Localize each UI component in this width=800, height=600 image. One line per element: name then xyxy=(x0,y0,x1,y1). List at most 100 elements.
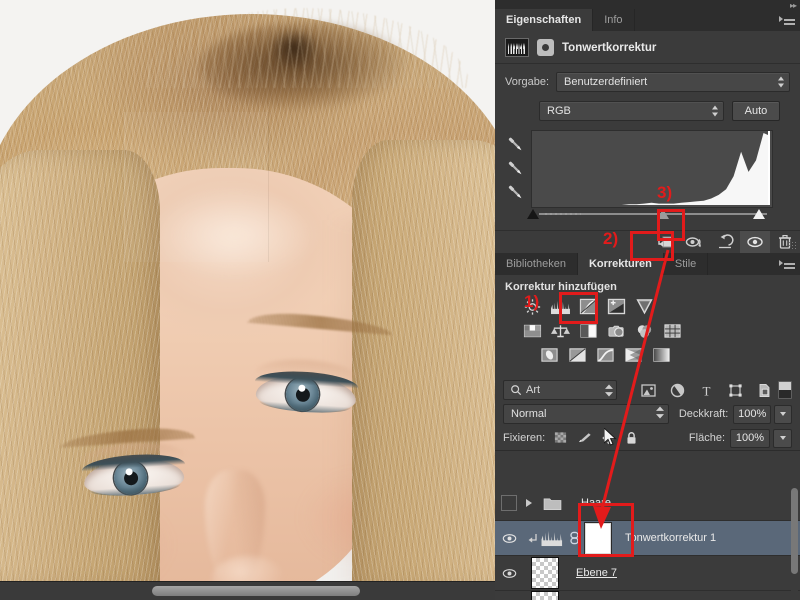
blend-mode-select[interactable]: Normal xyxy=(503,404,669,424)
channel-mixer-icon[interactable] xyxy=(634,321,655,340)
table-row[interactable]: Haare xyxy=(495,486,800,521)
visibility-off-box[interactable] xyxy=(501,495,517,511)
stepper-arrows-icon[interactable] xyxy=(778,76,785,88)
posterize-icon[interactable] xyxy=(567,345,588,364)
lock-transparent-pixels-icon[interactable] xyxy=(553,431,570,446)
reset-button[interactable] xyxy=(710,231,740,253)
corrections-grid xyxy=(495,297,800,364)
layer-thumbnail[interactable] xyxy=(523,591,567,600)
slider-tick-dots xyxy=(545,213,581,215)
fill-stepper[interactable] xyxy=(773,428,792,448)
svg-text:T: T xyxy=(703,383,711,398)
lock-label: Fixieren: xyxy=(503,432,546,444)
scrollbar-thumb[interactable] xyxy=(152,586,360,596)
lock-position-icon[interactable] xyxy=(601,431,618,446)
properties-header: Tonwertkorrektur xyxy=(495,31,800,63)
selective-color-icon[interactable] xyxy=(651,345,672,364)
folder-icon xyxy=(543,496,562,511)
filter-kind-select[interactable]: Art xyxy=(503,380,617,400)
levels-white-point-handle[interactable] xyxy=(753,209,765,219)
layer-list[interactable]: Haare Tonwertkorrektur 1 Ebene 7 xyxy=(495,486,800,600)
photo-filter-icon[interactable] xyxy=(606,321,627,340)
lock-image-pixels-icon[interactable] xyxy=(577,431,594,446)
corrections-panel-menu-icon[interactable] xyxy=(779,258,795,270)
corrections-row-3 xyxy=(505,345,790,364)
eye-icon[interactable] xyxy=(502,568,517,579)
canvas-horizontal-scrollbar[interactable] xyxy=(0,581,495,600)
input-levels-slider[interactable] xyxy=(527,209,771,219)
fill-label: Fläche: xyxy=(688,432,725,444)
corrections-title: Korrektur hinzufügen xyxy=(505,281,617,293)
tab-info[interactable]: Info xyxy=(593,9,635,31)
properties-tabbar[interactable]: Eigenschaften Info xyxy=(495,9,800,31)
tab-eigenschaften[interactable]: Eigenschaften xyxy=(495,9,594,31)
threshold-icon[interactable] xyxy=(595,345,616,364)
levels-icon xyxy=(505,38,529,57)
corrections-row-1 xyxy=(505,297,790,316)
filter-pixel-icon[interactable] xyxy=(641,383,656,398)
color-lookup-icon[interactable] xyxy=(662,321,683,340)
filter-enable-toggle[interactable] xyxy=(778,381,792,399)
annotation-box-midpoint-handle xyxy=(657,209,685,241)
auto-button[interactable]: Auto xyxy=(732,101,780,121)
panel-dock: ▸▸ Eigenschaften Info Tonwertkorrektur V… xyxy=(495,0,800,600)
properties-panel-menu-icon[interactable] xyxy=(779,14,795,26)
opacity-field[interactable]: 100% xyxy=(733,404,772,424)
layer-name[interactable]: Ebene 7 xyxy=(576,567,617,579)
clip-to-layer-icon[interactable] xyxy=(537,39,554,56)
hue-saturation-icon[interactable] xyxy=(522,321,543,340)
exposure-icon[interactable] xyxy=(606,297,627,316)
image-layer-edge-line xyxy=(124,112,125,280)
layer-visibility-toggle[interactable] xyxy=(495,533,523,544)
lock-all-icon[interactable] xyxy=(625,431,642,446)
channel-row: RGB Auto xyxy=(505,101,790,121)
layer-name[interactable]: Tonwertkorrektur 1 xyxy=(625,532,716,544)
resize-grip-icon[interactable] xyxy=(788,241,797,250)
gradient-map-icon[interactable] xyxy=(623,345,644,364)
channel-select[interactable]: RGB xyxy=(539,101,724,121)
adjustment-thumbnail-levels-icon[interactable] xyxy=(540,528,564,548)
set-black-point-eyedropper[interactable] xyxy=(505,134,525,154)
layer-filter-row: Art T xyxy=(495,378,800,402)
filter-shape-icon[interactable] xyxy=(728,383,743,398)
transparency-checkerboard xyxy=(531,557,559,589)
set-gray-point-eyedropper[interactable] xyxy=(505,158,525,178)
invert-icon[interactable] xyxy=(539,345,560,364)
group-thumbnail[interactable] xyxy=(532,496,572,511)
opacity-stepper[interactable] xyxy=(774,404,793,424)
set-white-point-eyedropper[interactable] xyxy=(505,182,525,202)
table-row[interactable] xyxy=(495,591,800,600)
scrollbar-thumb[interactable] xyxy=(791,488,798,574)
toggle-visibility-button[interactable] xyxy=(740,231,770,253)
layer-thumbnail[interactable] xyxy=(523,557,567,589)
preset-select[interactable]: Benutzerdefiniert xyxy=(556,72,790,92)
stepper-arrows-icon[interactable] xyxy=(605,384,613,397)
properties-body: Vorgabe: Benutzerdefiniert RGB Auto xyxy=(495,63,800,219)
filter-type-icon[interactable]: T xyxy=(699,383,714,398)
annotation-box-layer-mask xyxy=(578,503,634,557)
annotation-marker-1: 1) xyxy=(524,292,540,311)
levels-histogram xyxy=(531,130,773,208)
filter-smart-object-icon[interactable] xyxy=(757,383,772,398)
tab-bibliotheken[interactable]: Bibliotheken xyxy=(495,253,578,275)
filter-adjustment-icon[interactable] xyxy=(670,383,685,398)
layers-panel: Art T Normal Deckkraft: 100% Fixieren: F… xyxy=(495,378,800,600)
histogram-area xyxy=(532,133,770,205)
vibrance-icon[interactable] xyxy=(634,297,655,316)
stepper-arrows-icon[interactable] xyxy=(712,105,719,117)
eye-icon[interactable] xyxy=(502,533,517,544)
layer-visibility-toggle[interactable] xyxy=(495,495,523,511)
document-image[interactable] xyxy=(0,0,495,582)
blend-mode-value: Normal xyxy=(511,408,547,420)
table-row[interactable]: Tonwertkorrektur 1 xyxy=(495,521,800,556)
canvas-area[interactable] xyxy=(0,0,495,600)
table-row[interactable]: Ebene 7 xyxy=(495,556,800,591)
eyedropper-group xyxy=(505,130,531,206)
levels-black-point-handle[interactable] xyxy=(527,209,539,219)
fill-field[interactable]: 100% xyxy=(730,428,770,448)
layer-list-scrollbar[interactable] xyxy=(791,488,798,598)
layer-visibility-toggle[interactable] xyxy=(495,568,523,579)
properties-title: Tonwertkorrektur xyxy=(562,41,657,54)
tab-label: Eigenschaften xyxy=(506,14,582,26)
stepper-arrows-icon[interactable] xyxy=(655,406,664,422)
